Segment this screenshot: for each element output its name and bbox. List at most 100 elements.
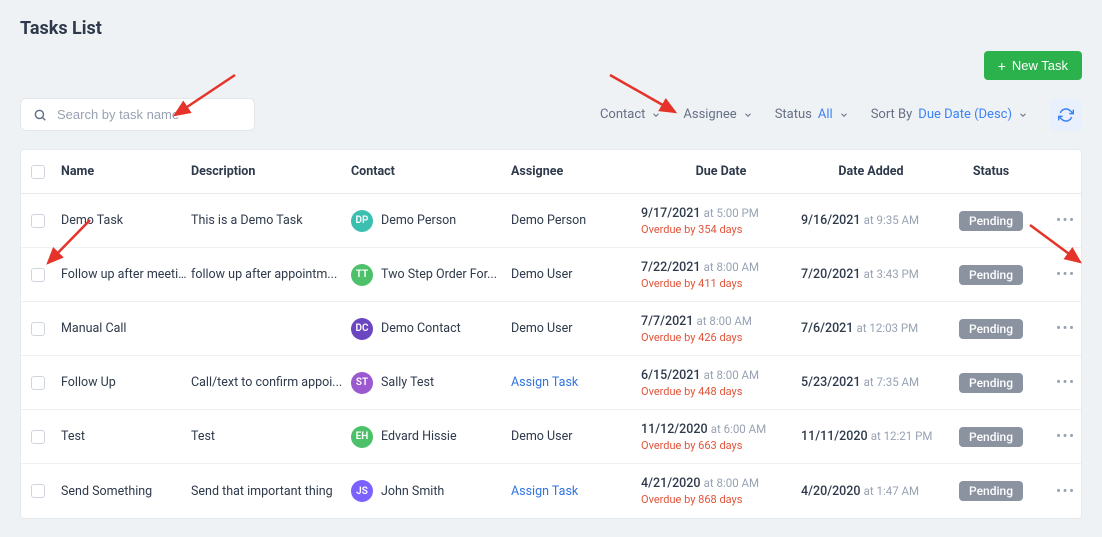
table-header: Name Description Contact Assignee Due Da… — [21, 150, 1081, 194]
row-checkbox[interactable] — [31, 484, 45, 498]
due-date: 7/22/2021 — [641, 260, 701, 275]
assignee-name: Demo Person — [511, 213, 586, 228]
avatar: DC — [351, 318, 373, 340]
due-time: at 5:00 PM — [704, 206, 759, 220]
row-actions-menu[interactable]: ••• — [1041, 321, 1082, 336]
ellipsis-icon: ••• — [1056, 267, 1075, 282]
status-badge: Pending — [959, 319, 1023, 339]
added-date: 11/11/2020 — [801, 429, 868, 444]
search-icon — [33, 108, 47, 122]
table-row: Test Test EH Edvard Hissie Demo User 11/… — [21, 410, 1081, 464]
avatar: JS — [351, 480, 373, 502]
plus-icon: + — [998, 59, 1006, 73]
contact-cell[interactable]: DC Demo Contact — [351, 318, 511, 340]
status-badge: Pending — [959, 265, 1023, 285]
task-name: Send Something — [61, 484, 191, 499]
contact-cell[interactable]: TT Two Step Order For... — [351, 264, 511, 286]
contact-name: Sally Test — [381, 375, 434, 390]
due-date: 9/17/2021 — [641, 206, 701, 221]
task-name: Manual Call — [61, 321, 191, 336]
contact-cell[interactable]: EH Edvard Hissie — [351, 426, 511, 448]
added-time: at 1:47 AM — [864, 484, 919, 498]
due-time: at 8:00 AM — [704, 260, 759, 274]
search-box[interactable] — [20, 98, 255, 131]
table-row: Follow Up Call/text to confirm appoi... … — [21, 356, 1081, 410]
assignee-name: Demo User — [511, 429, 572, 444]
assign-task-link[interactable]: Assign Task — [511, 484, 578, 499]
status-badge: Pending — [959, 211, 1023, 231]
chevron-down-icon — [839, 110, 849, 120]
ellipsis-icon: ••• — [1056, 321, 1075, 336]
due-date: 6/15/2021 — [641, 368, 701, 383]
status-filter[interactable]: Status All — [775, 107, 849, 122]
status-filter-value: All — [818, 107, 833, 122]
contact-name: Two Step Order For... — [381, 267, 497, 282]
ellipsis-icon: ••• — [1056, 375, 1075, 390]
status-badge: Pending — [959, 481, 1023, 501]
due-time: at 6:00 AM — [711, 422, 766, 436]
assignee-filter[interactable]: Assignee — [683, 107, 752, 122]
row-actions-menu[interactable]: ••• — [1041, 429, 1082, 444]
avatar: DP — [351, 210, 373, 232]
sortby-filter[interactable]: Sort By Due Date (Desc) — [871, 107, 1028, 122]
refresh-icon — [1058, 107, 1074, 123]
added-time: at 7:35 AM — [864, 375, 919, 389]
sortby-value: Due Date (Desc) — [918, 107, 1012, 122]
overdue-text: Overdue by 426 days — [641, 331, 801, 344]
status-filter-label: Status — [775, 107, 812, 122]
contact-cell[interactable]: DP Demo Person — [351, 210, 511, 232]
row-checkbox[interactable] — [31, 214, 45, 228]
select-all-checkbox[interactable] — [31, 165, 45, 179]
added-time: at 12:03 PM — [857, 321, 919, 335]
chevron-down-icon — [651, 110, 661, 120]
contact-name: John Smith — [381, 484, 444, 499]
due-date: 7/7/2021 — [641, 314, 693, 329]
overdue-text: Overdue by 354 days — [641, 223, 801, 236]
col-status: Status — [941, 164, 1041, 179]
row-actions-menu[interactable]: ••• — [1041, 267, 1082, 282]
task-description: Test — [191, 429, 351, 444]
new-task-button[interactable]: + New Task — [984, 51, 1082, 80]
assign-task-link[interactable]: Assign Task — [511, 375, 578, 390]
col-assignee: Assignee — [511, 164, 641, 179]
contact-name: Demo Contact — [381, 321, 461, 336]
added-time: at 9:35 AM — [864, 213, 919, 227]
row-actions-menu[interactable]: ••• — [1041, 375, 1082, 390]
row-checkbox[interactable] — [31, 376, 45, 390]
due-time: at 8:00 AM — [697, 314, 752, 328]
col-date-added: Date Added — [801, 164, 941, 179]
added-date: 9/16/2021 — [801, 213, 861, 228]
chevron-down-icon — [743, 110, 753, 120]
row-checkbox[interactable] — [31, 322, 45, 336]
contact-filter[interactable]: Contact — [600, 107, 661, 122]
col-name: Name — [61, 164, 191, 179]
assignee-name: Demo User — [511, 321, 572, 336]
added-date: 5/23/2021 — [801, 375, 861, 390]
added-date: 7/6/2021 — [801, 321, 853, 336]
task-name: Follow Up — [61, 375, 191, 390]
search-input[interactable] — [57, 107, 242, 122]
refresh-button[interactable] — [1050, 99, 1082, 131]
contact-filter-label: Contact — [600, 107, 645, 122]
col-description: Description — [191, 164, 351, 179]
added-time: at 12:21 PM — [871, 429, 933, 443]
contact-name: Edvard Hissie — [381, 429, 457, 444]
due-time: at 8:00 AM — [704, 368, 759, 382]
row-checkbox[interactable] — [31, 430, 45, 444]
chevron-down-icon — [1018, 110, 1028, 120]
avatar: EH — [351, 426, 373, 448]
contact-cell[interactable]: JS John Smith — [351, 480, 511, 502]
overdue-text: Overdue by 411 days — [641, 277, 801, 290]
status-badge: Pending — [959, 373, 1023, 393]
contact-cell[interactable]: ST Sally Test — [351, 372, 511, 394]
table-row: Demo Task This is a Demo Task DP Demo Pe… — [21, 194, 1081, 248]
row-checkbox[interactable] — [31, 268, 45, 282]
ellipsis-icon: ••• — [1056, 429, 1075, 444]
avatar: TT — [351, 264, 373, 286]
row-actions-menu[interactable]: ••• — [1041, 213, 1082, 228]
tasks-table: Name Description Contact Assignee Due Da… — [20, 149, 1082, 519]
overdue-text: Overdue by 663 days — [641, 439, 801, 452]
ellipsis-icon: ••• — [1056, 484, 1075, 499]
row-actions-menu[interactable]: ••• — [1041, 484, 1082, 499]
new-task-label: New Task — [1012, 58, 1068, 73]
